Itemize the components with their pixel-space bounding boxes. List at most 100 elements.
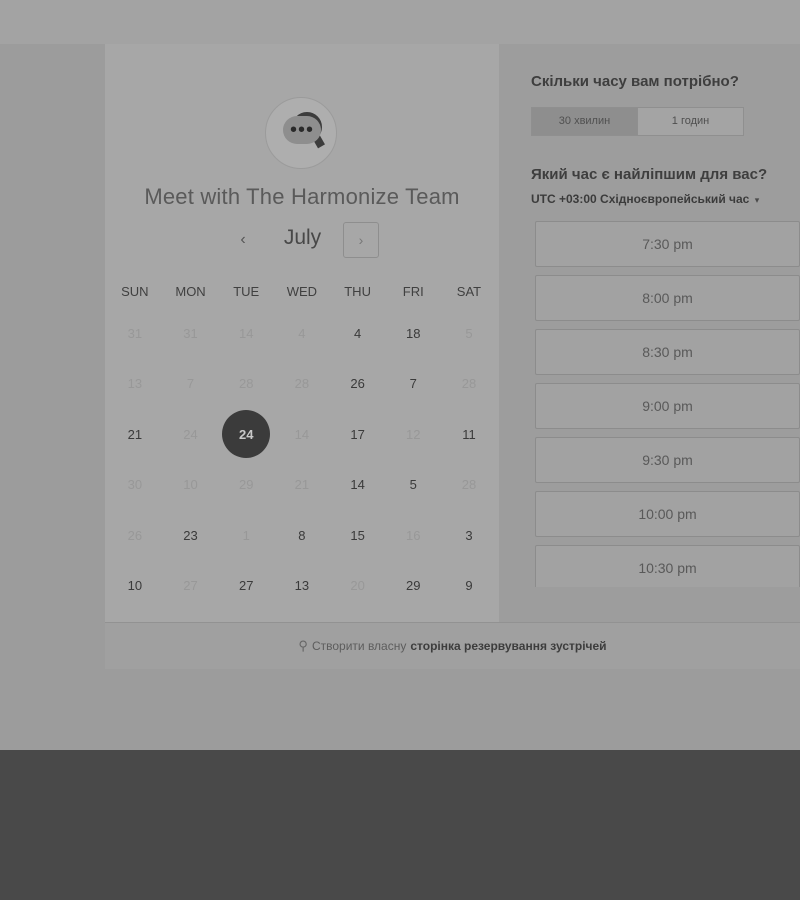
calendar-day-number: 4 <box>353 325 362 341</box>
calendar-day-number: 21 <box>127 426 143 442</box>
time-slot-button[interactable]: 8:00 pm <box>535 275 800 321</box>
time-slot-button[interactable]: 10:30 pm <box>535 545 800 587</box>
calendar-day-number: 7 <box>409 376 417 392</box>
duration-option-30min[interactable]: 30 хвилин <box>532 108 638 135</box>
calendar-day: 20 <box>330 561 386 612</box>
calendar-day-number: 5 <box>465 325 473 341</box>
calendar-week-row: 26 23 1 8 15 16 3 <box>107 510 497 561</box>
calendar-day-number: 10 <box>183 477 198 493</box>
calendar-day-number: 31 <box>127 325 143 341</box>
calendar-day-selected[interactable]: 24 <box>218 409 274 460</box>
calendar-day-number: 21 <box>294 477 310 493</box>
calendar-day[interactable]: 27 <box>218 561 274 612</box>
calendar-day: 30 <box>107 460 163 511</box>
calendar-day-number: 17 <box>350 426 365 442</box>
footer-link-prefix: Створити власну <box>311 639 407 653</box>
time-slot-button[interactable]: 8:30 pm <box>535 329 800 375</box>
weekday-label: SAT <box>456 284 482 299</box>
calendar-day[interactable]: 4 <box>330 308 386 359</box>
calendar-day: 28 <box>441 460 497 511</box>
calendar-day: 7 <box>163 359 219 410</box>
time-slot-list: 7:30 pm 8:00 pm 8:30 pm 9:00 pm 9:30 pm … <box>535 221 800 587</box>
calendar-day-number: 13 <box>294 578 310 594</box>
calendar-day[interactable]: 29 <box>385 561 441 612</box>
weekday-label: SUN <box>121 284 149 299</box>
calendar-day-number: 27 <box>183 578 198 594</box>
calendar-day-number: 10 <box>127 578 143 594</box>
calendar-day[interactable]: 11 <box>441 409 497 460</box>
calendar-day-number: 1 <box>242 527 250 543</box>
caret-down-icon: ▾ <box>754 195 760 205</box>
calendar-day[interactable]: 17 <box>330 409 386 460</box>
calendar-day[interactable]: 23 <box>163 510 219 561</box>
calendar-day: 27 <box>163 561 219 612</box>
next-month-button[interactable]: › <box>343 222 379 258</box>
sprocket-icon: ⚲ <box>298 638 308 653</box>
calendar-day: 31 <box>163 308 219 359</box>
weekday-label: TUE <box>233 284 260 299</box>
weekday-header: SUN MON TUE WED THU FRI SAT <box>107 284 497 300</box>
calendar-day-number: 16 <box>406 527 421 543</box>
bottom-overlay <box>0 750 800 900</box>
calendar-day-number: 28 <box>461 477 477 493</box>
calendar-day-number: 20 <box>350 578 365 594</box>
weekday-label: MON <box>175 284 206 299</box>
calendar-day-number: 26 <box>350 376 365 392</box>
calendar-week-row: 21 24 24 14 17 12 11 <box>107 409 497 460</box>
calendar-day-number: 12 <box>406 426 421 442</box>
calendar-day-number: 13 <box>127 376 143 392</box>
calendar-day: 10 <box>163 460 219 511</box>
calendar-day: 12 <box>385 409 441 460</box>
calendar-day[interactable]: 7 <box>385 359 441 410</box>
calendar-day-number: 28 <box>238 376 254 392</box>
calendar-day-number: 7 <box>186 376 195 392</box>
calendar-day: 21 <box>274 460 330 511</box>
calendar-day-number: 14 <box>238 325 254 341</box>
duration-option-1hour[interactable]: 1 годин <box>638 108 743 135</box>
calendar-day[interactable]: 21 <box>107 409 163 460</box>
month-navigation: ‹ July › <box>105 222 499 260</box>
calendar-day: 29 <box>218 460 274 511</box>
calendar-day[interactable]: 18 <box>385 308 441 359</box>
calendar-day: 1 <box>218 510 274 561</box>
calendar-day-number: 28 <box>294 376 310 392</box>
calendar-day: 14 <box>218 308 274 359</box>
time-slot-button[interactable]: 9:00 pm <box>535 383 800 429</box>
calendar-day: 4 <box>274 308 330 359</box>
time-slot-button[interactable]: 10:00 pm <box>535 491 800 537</box>
calendar-day: 24 <box>163 409 219 460</box>
calendar-day-number: 31 <box>183 325 198 341</box>
calendar-day-number: 3 <box>465 527 473 543</box>
calendar-day[interactable]: 8 <box>274 510 330 561</box>
calendar-day[interactable]: 10 <box>107 561 163 612</box>
calendar-day-number: 14 <box>294 426 310 442</box>
calendar-day-number: 29 <box>406 578 421 594</box>
calendar-day: 26 <box>107 510 163 561</box>
calendar-day[interactable]: 14 <box>330 460 386 511</box>
calendar-week-row: 30 10 29 21 14 5 28 <box>107 460 497 511</box>
calendar-day[interactable]: 26 <box>330 359 386 410</box>
calendar-week-row: 13 7 28 28 26 7 28 <box>107 359 497 410</box>
calendar-day-number: 8 <box>298 527 306 543</box>
time-slot-button[interactable]: 7:30 pm <box>535 221 800 267</box>
calendar-day[interactable]: 9 <box>441 561 497 612</box>
duration-question: Скільки часу вам потрібно? <box>531 73 739 90</box>
month-label: July <box>283 226 322 249</box>
calendar-day[interactable]: 5 <box>385 460 441 511</box>
time-question: Який час є найліпшим для вас? <box>531 166 768 183</box>
timezone-name: Східноєвропейський час <box>600 192 750 206</box>
create-booking-page-link[interactable]: ⚲ Створити власну сторінка резервування … <box>105 622 800 669</box>
prev-month-button[interactable]: ‹ <box>231 228 255 252</box>
calendar-day-number: 11 <box>462 426 476 442</box>
meeting-title: Meet with The Harmonize Team <box>144 184 460 209</box>
calendar-day: 28 <box>218 359 274 410</box>
calendar-day-number: 9 <box>465 578 473 594</box>
calendar-day[interactable]: 3 <box>441 510 497 561</box>
timezone-selector[interactable]: UTC +03:00 Східноєвропейський час ▾ <box>531 192 800 206</box>
time-slot-button[interactable]: 9:30 pm <box>535 437 800 483</box>
calendar-day-number: 24 <box>183 426 198 442</box>
calendar-day: 13 <box>107 359 163 410</box>
calendar-day-number: 15 <box>350 527 365 543</box>
calendar-day[interactable]: 15 <box>330 510 386 561</box>
calendar-day[interactable]: 13 <box>274 561 330 612</box>
